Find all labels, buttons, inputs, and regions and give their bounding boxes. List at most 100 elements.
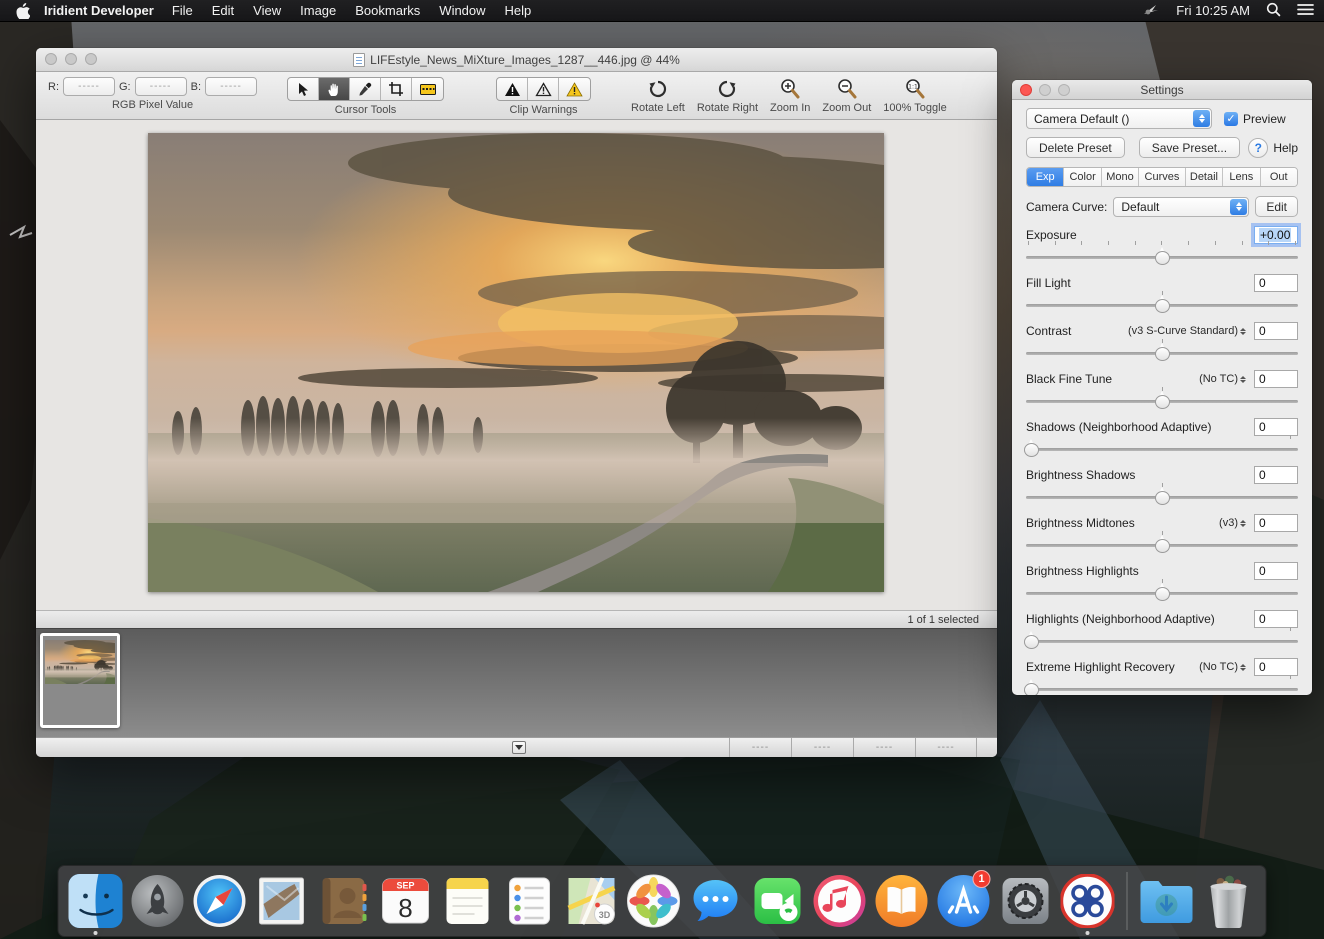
notification-center-icon[interactable] — [1297, 3, 1314, 19]
dock-app-store-icon[interactable]: 1 — [933, 870, 995, 932]
clip-warning-yellow-button[interactable] — [559, 78, 590, 100]
dock-photos-icon[interactable] — [623, 870, 685, 932]
dock-ibooks-icon[interactable] — [871, 870, 933, 932]
dock-facetime-icon[interactable] — [747, 870, 809, 932]
clip-warning-black-button[interactable] — [497, 78, 528, 100]
contrast-mode-popup[interactable]: (v3 S-Curve Standard) — [1128, 325, 1246, 337]
rotate-right-button[interactable]: Rotate Right — [697, 77, 758, 114]
tab-exp[interactable]: Exp — [1027, 168, 1064, 186]
slider-thumb[interactable] — [1155, 586, 1170, 601]
tab-color[interactable]: Color — [1064, 168, 1101, 186]
menu-image[interactable]: Image — [300, 3, 336, 18]
menu-view[interactable]: View — [253, 3, 281, 18]
menu-clock[interactable]: Fri 10:25 AM — [1176, 3, 1250, 18]
filter-button[interactable] — [512, 741, 526, 754]
highlights-slider[interactable] — [1026, 631, 1298, 649]
brightness-shadows-value-field[interactable]: 0 — [1254, 466, 1298, 484]
dock-iridient-developer-icon[interactable] — [1057, 870, 1119, 932]
menu-help[interactable]: Help — [505, 3, 532, 18]
menu-file[interactable]: File — [172, 3, 193, 18]
highlights-value-field[interactable]: 0 — [1254, 610, 1298, 628]
crop-tool-button[interactable] — [381, 78, 412, 100]
dock-notes-icon[interactable] — [437, 870, 499, 932]
extreme-highlight-value-field[interactable]: 0 — [1254, 658, 1298, 676]
settings-minimize-button[interactable] — [1039, 84, 1051, 96]
settings-zoom-button[interactable] — [1058, 84, 1070, 96]
tab-mono[interactable]: Mono — [1102, 168, 1139, 186]
arrow-tool-button[interactable] — [288, 78, 319, 100]
dock-mail-icon[interactable] — [251, 870, 313, 932]
slider-thumb[interactable] — [1155, 490, 1170, 505]
shadows-value-field[interactable]: 0 — [1254, 418, 1298, 436]
contrast-slider[interactable] — [1026, 343, 1298, 361]
photo-preview[interactable] — [148, 133, 884, 592]
slider-thumb[interactable] — [1155, 394, 1170, 409]
slider-thumb[interactable] — [1024, 634, 1039, 649]
exposure-slider[interactable] — [1026, 247, 1298, 265]
rotate-left-button[interactable]: Rotate Left — [631, 77, 685, 114]
brightness-midtones-mode-popup[interactable]: (v3) — [1219, 517, 1246, 529]
save-preset-button[interactable]: Save Preset... — [1139, 137, 1240, 158]
brightness-highlights-value-field[interactable]: 0 — [1254, 562, 1298, 580]
tab-out[interactable]: Out — [1261, 168, 1297, 186]
apple-menu-icon[interactable] — [16, 3, 30, 19]
dock-system-preferences-icon[interactable] — [995, 870, 1057, 932]
slider-thumb[interactable] — [1155, 346, 1170, 361]
status-pointer-icon[interactable] — [1142, 2, 1160, 19]
black-fine-tune-slider[interactable] — [1026, 391, 1298, 409]
clip-warning-outline-button[interactable] — [528, 78, 559, 100]
zoom-button[interactable] — [85, 53, 97, 65]
extreme-highlight-mode-popup[interactable]: (No TC) — [1199, 661, 1246, 673]
slider-thumb[interactable] — [1155, 298, 1170, 313]
slider-thumb[interactable] — [1155, 538, 1170, 553]
slider-thumb[interactable] — [1155, 250, 1170, 265]
black-fine-tune-mode-popup[interactable]: (No TC) — [1199, 373, 1246, 385]
hand-tool-button[interactable] — [319, 78, 350, 100]
zoom-out-button[interactable]: Zoom Out — [822, 77, 871, 114]
slider-thumb[interactable] — [1024, 682, 1039, 695]
tab-detail[interactable]: Detail — [1186, 168, 1223, 186]
camera-curve-dropdown[interactable]: Default — [1113, 197, 1249, 217]
dock-launchpad-icon[interactable] — [127, 870, 189, 932]
preview-checkbox[interactable]: ✓ — [1224, 112, 1238, 126]
edit-curve-button[interactable]: Edit — [1255, 196, 1298, 217]
brightness-midtones-value-field[interactable]: 0 — [1254, 514, 1298, 532]
contrast-value-field[interactable]: 0 — [1254, 322, 1298, 340]
shadows-slider[interactable] — [1026, 439, 1298, 457]
menu-bookmarks[interactable]: Bookmarks — [355, 3, 420, 18]
thumbnail-selected[interactable] — [40, 633, 120, 728]
fill-light-slider[interactable] — [1026, 295, 1298, 313]
dock-safari-icon[interactable] — [189, 870, 251, 932]
black-fine-tune-value-field[interactable]: 0 — [1254, 370, 1298, 388]
brightness-highlights-slider[interactable] — [1026, 583, 1298, 601]
delete-preset-button[interactable]: Delete Preset — [1026, 137, 1125, 158]
window-title-bar[interactable]: LIFEstyle_News_MiXture_Images_1287__446.… — [36, 48, 997, 72]
dock-downloads-icon[interactable] — [1136, 870, 1198, 932]
help-button[interactable]: ? — [1248, 138, 1268, 158]
settings-title-bar[interactable]: Settings — [1012, 80, 1312, 100]
eyedropper-tool-button[interactable] — [350, 78, 381, 100]
dock-messages-icon[interactable] — [685, 870, 747, 932]
dock-maps-icon[interactable]: 3D — [561, 870, 623, 932]
preset-dropdown[interactable]: Camera Default () — [1026, 108, 1212, 129]
tab-lens[interactable]: Lens — [1223, 168, 1260, 186]
dock-finder-icon[interactable] — [65, 870, 127, 932]
dock-contacts-icon[interactable] — [313, 870, 375, 932]
fill-light-value-field[interactable]: 0 — [1254, 274, 1298, 292]
dock-calendar-icon[interactable]: SEP8 — [375, 870, 437, 932]
color-checker-tool-button[interactable] — [412, 78, 443, 100]
minimize-button[interactable] — [65, 53, 77, 65]
close-button[interactable] — [45, 53, 57, 65]
slider-thumb[interactable] — [1024, 442, 1039, 457]
menu-window[interactable]: Window — [439, 3, 485, 18]
menu-edit[interactable]: Edit — [212, 3, 234, 18]
dock-reminders-icon[interactable] — [499, 870, 561, 932]
toggle-100-button[interactable]: 1:1 100% Toggle — [883, 77, 946, 114]
tab-curves[interactable]: Curves — [1139, 168, 1186, 186]
menu-app-name[interactable]: Iridient Developer — [44, 3, 154, 18]
zoom-in-button[interactable]: Zoom In — [770, 77, 810, 114]
image-canvas-area[interactable] — [36, 120, 997, 610]
dock-trash-icon[interactable] — [1198, 870, 1260, 932]
spotlight-search-icon[interactable] — [1266, 2, 1281, 20]
extreme-highlight-slider[interactable] — [1026, 679, 1298, 695]
